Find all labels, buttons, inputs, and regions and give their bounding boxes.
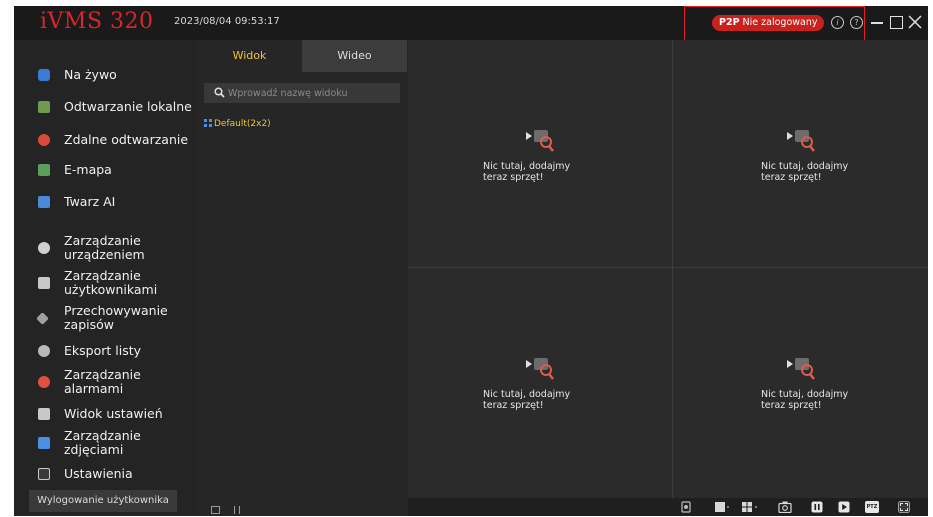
- video-cell-3[interactable]: Nic tutaj, dodajmy teraz sprzęt!: [408, 268, 672, 498]
- sidebar-item-label: E-mapa: [64, 162, 112, 177]
- empty-camera-icon: [526, 358, 554, 380]
- view-tree-item[interactable]: Default(2x2): [204, 118, 271, 130]
- view-settings-icon: [38, 408, 50, 420]
- app-logo: iVMS 320: [40, 9, 154, 34]
- help-icon[interactable]: ?: [850, 16, 863, 29]
- maximize-icon[interactable]: [886, 11, 906, 33]
- grid-view-icon: [204, 119, 212, 127]
- add-view-icon[interactable]: [211, 506, 220, 514]
- sidebar-item-label: Na żywo: [64, 67, 117, 82]
- export-icon: [38, 345, 50, 357]
- empty-camera-icon: [786, 130, 815, 152]
- empty-cell-message: Nic tutaj, dodajmy teraz sprzęt!: [761, 389, 849, 411]
- live-view-icon: [38, 69, 50, 81]
- view-search-input[interactable]: [228, 83, 396, 103]
- alarm-icon: [38, 376, 50, 388]
- tab-widok[interactable]: Widok: [197, 40, 302, 72]
- search-icon: [214, 87, 225, 98]
- sidebar-item-label: Zarządzanie użytkownikami: [64, 268, 158, 297]
- video-cell-1[interactable]: Nic tutaj, dodajmy teraz sprzęt!: [408, 40, 672, 267]
- view-search: [204, 83, 400, 103]
- p2p-badge: P2P: [719, 17, 740, 28]
- picture-management-icon: [38, 437, 50, 449]
- tab-wideo[interactable]: Wideo: [302, 40, 407, 72]
- empty-cell-message: Nic tutaj, dodajmy teraz sprzęt!: [761, 161, 849, 183]
- view-tree-item-label: Default(2x2): [214, 119, 271, 129]
- settings-icon: [38, 468, 50, 480]
- fullscreen-icon[interactable]: [898, 501, 910, 513]
- sidebar-item-label: Zarządzanie zdjęciami: [64, 428, 141, 457]
- p2p-login-status[interactable]: P2P Nie zalogowany: [712, 15, 824, 31]
- empty-camera-icon: [526, 130, 554, 152]
- video-cell-4[interactable]: Nic tutaj, dodajmy teraz sprzęt!: [673, 268, 928, 498]
- close-icon[interactable]: [905, 11, 925, 33]
- single-screen-icon[interactable]: [714, 501, 730, 513]
- empty-camera-icon: [786, 358, 815, 380]
- pause-icon[interactable]: [811, 501, 823, 513]
- ptz-icon[interactable]: PTZ: [865, 501, 879, 513]
- sidebar-item-label: Widok ustawień: [64, 406, 163, 421]
- sidebar-item-label: Odtwarzanie lokalne: [64, 99, 192, 114]
- live-view-grid: Nic tutaj, dodajmy teraz sprzęt! Nic tut…: [408, 40, 928, 498]
- logout-button[interactable]: Wylogowanie użytkownika: [29, 490, 177, 512]
- sidebar-item-label: Ustawienia: [64, 466, 133, 481]
- sidebar-item-label: Zarządzanie alarmami: [64, 367, 141, 396]
- minimize-icon[interactable]: [867, 11, 887, 33]
- sidebar-item-label: Twarz AI: [64, 194, 116, 209]
- datetime-display: 2023/08/04 09:53:17: [174, 16, 280, 27]
- local-playback-icon: [38, 101, 50, 113]
- snapshot-icon[interactable]: [778, 501, 792, 513]
- quad-screen-icon[interactable]: [741, 501, 759, 513]
- user-management-icon: [38, 277, 50, 289]
- live-view-toolbar: PTZ: [408, 498, 928, 516]
- grid-divider-vertical: [672, 40, 673, 498]
- title-bar: iVMS 320 2023/08/04 09:53:17 P2P Nie zalo…: [14, 6, 928, 40]
- remote-playback-icon: [38, 134, 50, 146]
- sidebar-item-label: Zdalne odtwarzanie: [64, 132, 189, 147]
- storage-icon: [36, 311, 49, 325]
- play-icon[interactable]: [838, 501, 850, 513]
- sidebar-item-label: Eksport listy: [64, 343, 142, 358]
- face-ai-icon: [38, 196, 50, 208]
- app-window: iVMS 320 2023/08/04 09:53:17 P2P Nie zalo…: [14, 6, 928, 516]
- login-status-text: Nie zalogowany: [742, 17, 818, 28]
- stop-all-icon[interactable]: [679, 501, 693, 513]
- device-management-icon: [38, 242, 50, 254]
- info-icon[interactable]: i: [831, 16, 844, 29]
- grid-divider-horizontal: [408, 267, 928, 268]
- sidebar-item-label: Zarządzanie urządzeniem: [64, 233, 145, 262]
- view-panel: Widok Wideo Default(2x2): [197, 40, 408, 516]
- sort-icon[interactable]: [234, 506, 240, 514]
- emap-icon: [38, 164, 50, 176]
- sidebar-item-label: Przechowywanie zapisów: [64, 303, 168, 332]
- video-cell-2[interactable]: Nic tutaj, dodajmy teraz sprzęt!: [673, 40, 928, 267]
- sidebar: Na żywo Odtwarzanie lokalne Zdalne odtwa…: [14, 40, 197, 516]
